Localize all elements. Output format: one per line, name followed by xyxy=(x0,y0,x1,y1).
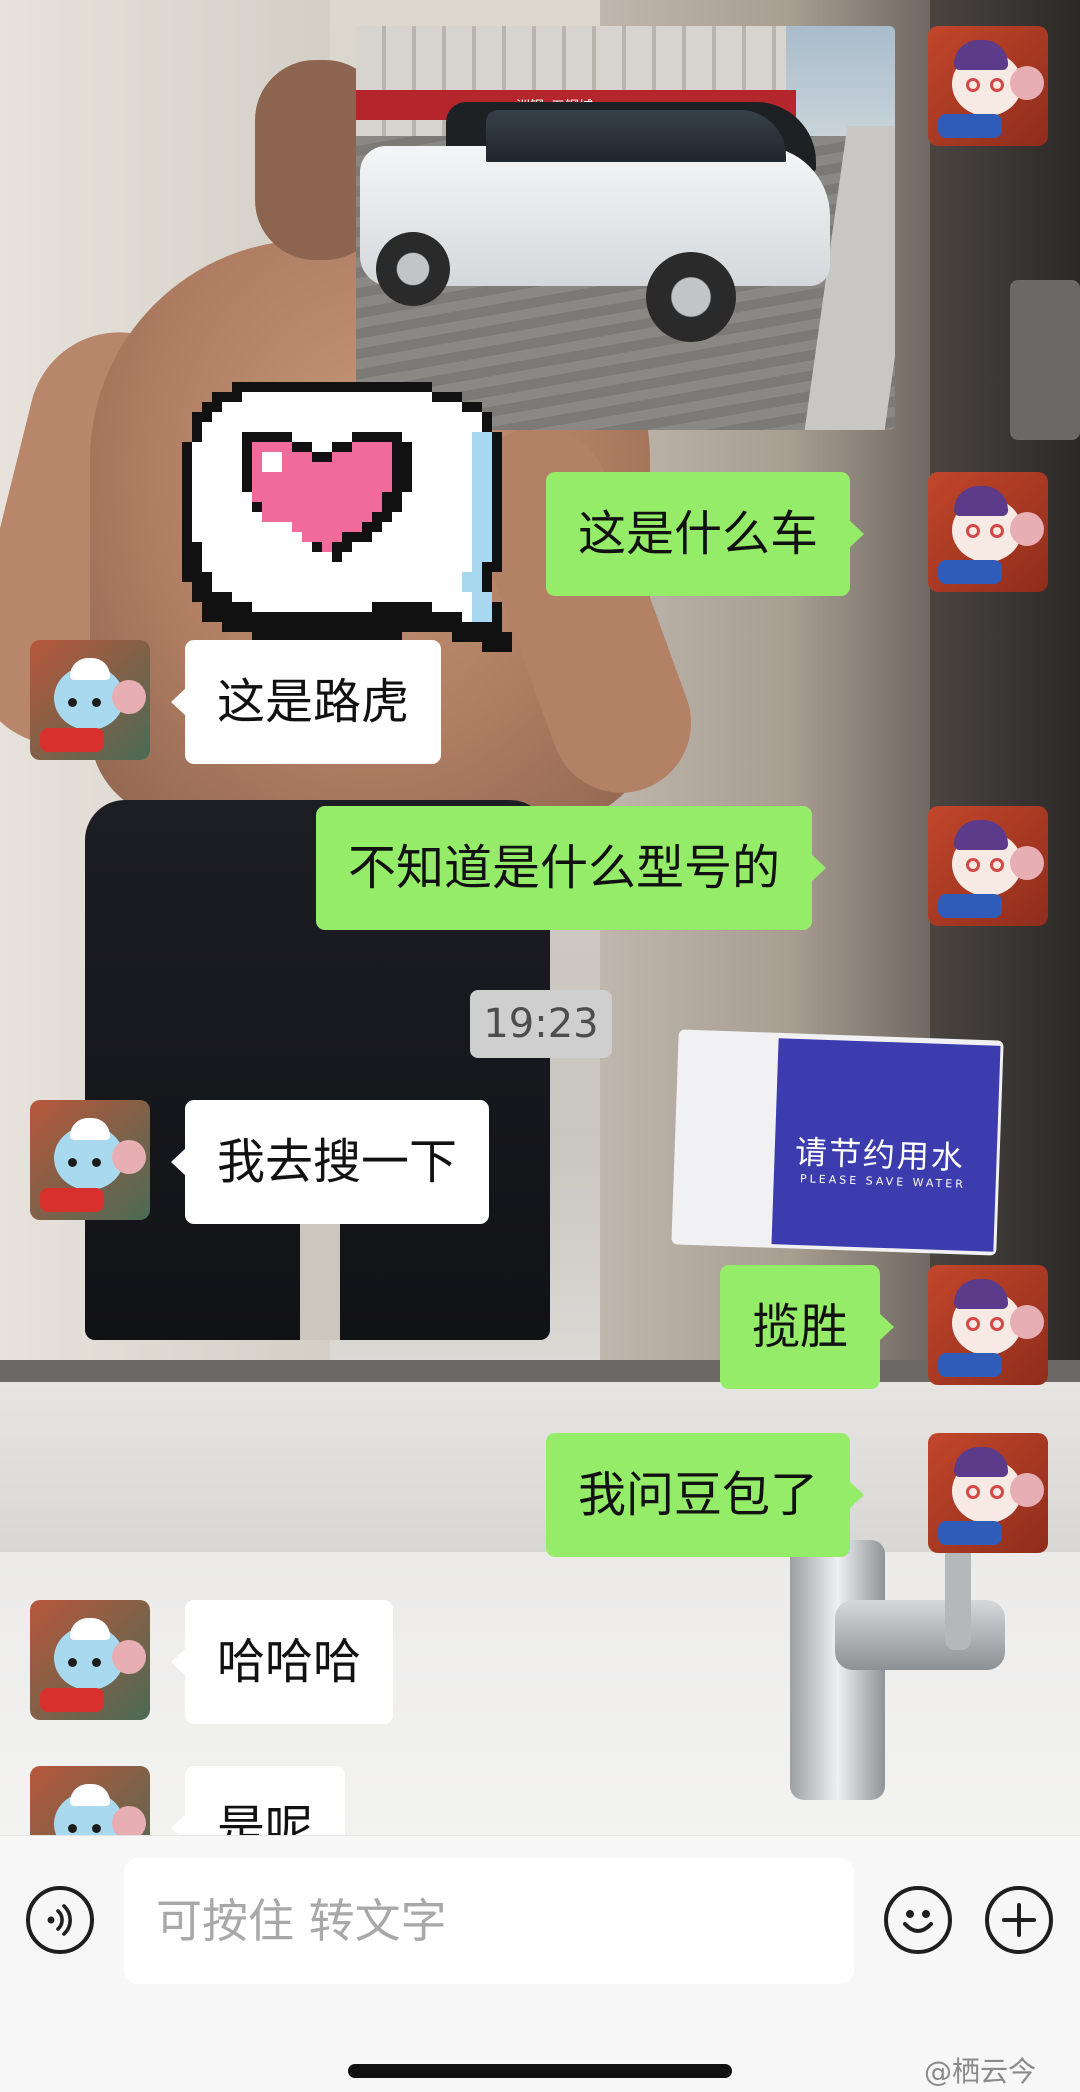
voice-button[interactable] xyxy=(26,1886,94,1954)
save-water-sign-title: 请节约用水 xyxy=(794,1133,966,1177)
home-indicator[interactable] xyxy=(348,2064,732,2078)
avatar-self[interactable] xyxy=(928,26,1048,146)
plus-icon xyxy=(1002,1903,1036,1937)
message-bubble-self[interactable]: 不知道是什么型号的 xyxy=(316,806,827,930)
message-bubble-self[interactable]: 我问豆包了 xyxy=(546,1433,865,1557)
voice-icon xyxy=(47,1904,72,1936)
message-bubble-self[interactable]: 揽胜 xyxy=(720,1265,895,1389)
timestamp-label: 19:23 xyxy=(470,990,612,1058)
message-bubble-contact[interactable]: 这是路虎 xyxy=(170,640,442,764)
avatar-contact[interactable] xyxy=(30,1600,150,1720)
avatar-contact[interactable] xyxy=(30,640,150,760)
more-button[interactable] xyxy=(985,1886,1053,1954)
avatar-self[interactable] xyxy=(928,1265,1048,1385)
message-bubble-contact[interactable]: 哈哈哈 xyxy=(170,1600,394,1724)
message-input[interactable] xyxy=(124,1858,854,1984)
emoji-icon xyxy=(903,1910,933,1933)
message-bubble-contact[interactable]: 我去搜一下 xyxy=(170,1100,490,1224)
avatar-self[interactable] xyxy=(928,472,1048,592)
emoji-button[interactable] xyxy=(884,1886,952,1954)
avatar-contact[interactable] xyxy=(30,1100,150,1220)
message-bubble-self[interactable]: 这是什么车 xyxy=(546,472,865,596)
avatar-self[interactable] xyxy=(928,1433,1048,1553)
avatar-self[interactable] xyxy=(928,806,1048,926)
weibo-watermark: @栖云今 xyxy=(924,2055,1037,2088)
pixel-heart-sticker xyxy=(172,362,542,672)
